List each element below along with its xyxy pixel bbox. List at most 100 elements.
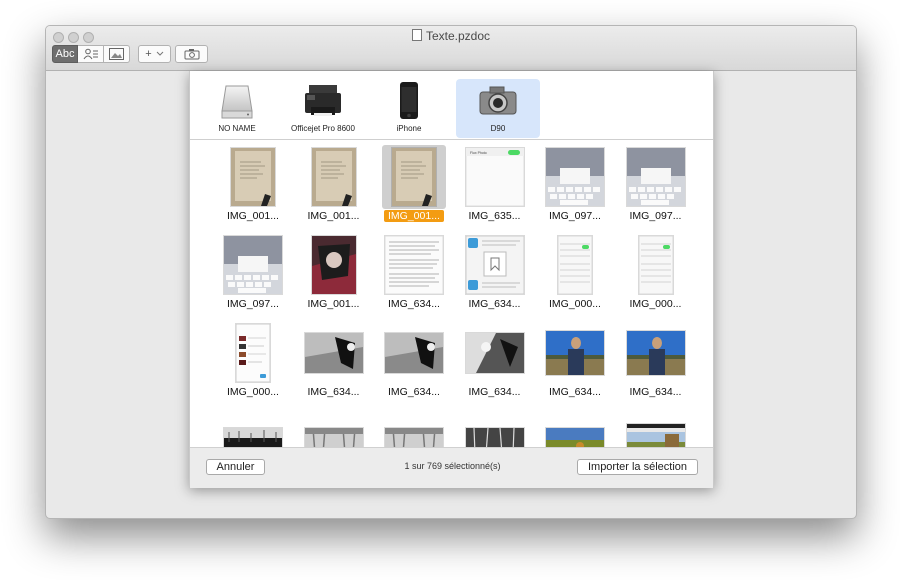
image-thumbnail [385, 236, 443, 294]
image-filename: IMG_000... [227, 386, 279, 398]
image-item[interactable] [298, 404, 370, 447]
image-thumbnail [626, 424, 685, 447]
image-browser-grid: IMG_001... IMG_001... IMG_001... Flux Pho… [190, 140, 713, 447]
image-thumbnail [236, 324, 270, 382]
svg-text:Flux Photo: Flux Photo [470, 151, 487, 155]
image-filename: IMG_634... [388, 386, 440, 398]
image-filename: IMG_634... [629, 386, 682, 398]
thumbnail-frame [382, 321, 446, 385]
image-filename: IMG_001... [384, 210, 444, 222]
picture-icon [109, 48, 124, 60]
insert-mode-segmented-control: Abc [52, 45, 130, 63]
thumbnail-frame [221, 409, 285, 447]
contact-card-icon [83, 48, 98, 60]
thumbnail-frame [463, 321, 527, 385]
image-thumbnail [626, 148, 685, 206]
image-thumbnail [385, 333, 443, 373]
image-item[interactable]: IMG_634... [620, 316, 692, 400]
image-filename: IMG_097... [629, 210, 682, 222]
image-item[interactable]: IMG_097... [217, 228, 289, 312]
image-thumbnail [465, 428, 524, 447]
document-icon [411, 29, 422, 41]
thumbnail-frame [624, 321, 688, 385]
thumbnail-frame [543, 321, 607, 385]
image-thumbnail [546, 428, 604, 447]
image-item[interactable]: Flux Photo IMG_635... [459, 140, 531, 224]
image-item[interactable]: IMG_097... [539, 140, 611, 224]
image-thumbnail [558, 236, 592, 294]
image-thumbnail [465, 236, 524, 294]
image-thumbnail [311, 148, 356, 206]
image-filename: IMG_097... [549, 210, 601, 222]
image-filename: IMG_634... [388, 298, 440, 310]
image-filename: IMG_634... [468, 386, 521, 398]
image-item[interactable]: IMG_000... [217, 316, 289, 400]
cancel-button[interactable]: Annuler [206, 459, 265, 475]
thumbnail-frame [624, 145, 688, 209]
image-item[interactable]: IMG_634... [378, 228, 450, 312]
device-no-name[interactable]: NO NAME [195, 79, 279, 138]
image-thumbnail [311, 236, 356, 294]
thumbnail-frame [543, 233, 607, 297]
image-item[interactable]: IMG_001... [217, 140, 289, 224]
contact-tool-button[interactable] [78, 45, 104, 63]
image-item[interactable]: IMG_634... [459, 228, 531, 312]
app-window: Texte.pzdoc Abc + NO NAME Officejet Pro … [45, 25, 857, 519]
image-item[interactable] [620, 404, 692, 447]
image-item[interactable]: IMG_634... [298, 316, 370, 400]
thumbnail-frame [302, 233, 366, 297]
image-item[interactable]: IMG_634... [378, 316, 450, 400]
image-tool-button[interactable] [104, 45, 130, 63]
thumbnail-frame [302, 321, 366, 385]
thumbnail-frame [382, 409, 446, 447]
thumbnail-frame [221, 321, 285, 385]
thumbnail-frame: Flux Photo [463, 145, 527, 209]
sheet-footer: Annuler 1 sur 769 sélectionné(s) Importe… [190, 447, 713, 488]
image-item[interactable]: IMG_097... [620, 140, 692, 224]
thumbnail-frame [463, 233, 527, 297]
camera-button[interactable] [175, 45, 208, 63]
image-item[interactable] [217, 404, 289, 447]
image-filename: IMG_001... [307, 210, 360, 222]
thumbnail-frame [543, 409, 607, 447]
thumbnail-frame [302, 409, 366, 447]
image-filename: IMG_634... [549, 386, 601, 398]
image-item[interactable]: IMG_001... [298, 140, 370, 224]
device-d90[interactable]: D90 [456, 79, 540, 138]
image-filename: IMG_097... [227, 298, 279, 310]
add-menu-button[interactable]: + [138, 45, 171, 63]
image-item[interactable] [378, 404, 450, 447]
image-item[interactable]: IMG_001... [378, 140, 450, 224]
image-item[interactable]: IMG_634... [459, 316, 531, 400]
title-bar: Texte.pzdoc Abc + [46, 26, 856, 71]
device-iphone[interactable]: iPhone [367, 79, 451, 138]
thumbnail-frame [221, 145, 285, 209]
image-filename: IMG_635... [468, 210, 521, 222]
image-item[interactable]: IMG_001... [298, 228, 370, 312]
thumbnail-frame [624, 233, 688, 297]
image-thumbnail [638, 236, 673, 294]
thumbnail-frame [302, 145, 366, 209]
image-item[interactable]: IMG_634... [539, 316, 611, 400]
thumbnail-frame [543, 145, 607, 209]
image-filename: IMG_000... [549, 298, 601, 310]
device-officejet[interactable]: Officejet Pro 8600 [281, 79, 365, 138]
chevron-down-icon [156, 51, 164, 56]
image-thumbnail [546, 148, 604, 206]
image-thumbnail [626, 331, 685, 375]
image-thumbnail [224, 428, 282, 447]
text-tool-button[interactable]: Abc [52, 45, 78, 63]
image-thumbnail [392, 148, 436, 206]
thumbnail-frame [221, 233, 285, 297]
image-item[interactable] [539, 404, 611, 447]
import-selection-button[interactable]: Importer la sélection [577, 459, 698, 475]
image-filename: IMG_000... [629, 298, 682, 310]
thumbnail-frame [624, 409, 688, 447]
image-item[interactable] [459, 404, 531, 447]
image-thumbnail: Flux Photo [465, 148, 524, 206]
image-item[interactable]: IMG_000... [620, 228, 692, 312]
camera-icon [184, 49, 199, 60]
image-item[interactable]: IMG_000... [539, 228, 611, 312]
import-sheet: NO NAME Officejet Pro 8600 iPhone D90 IM… [189, 71, 714, 488]
window-title: Texte.pzdoc [46, 29, 856, 43]
